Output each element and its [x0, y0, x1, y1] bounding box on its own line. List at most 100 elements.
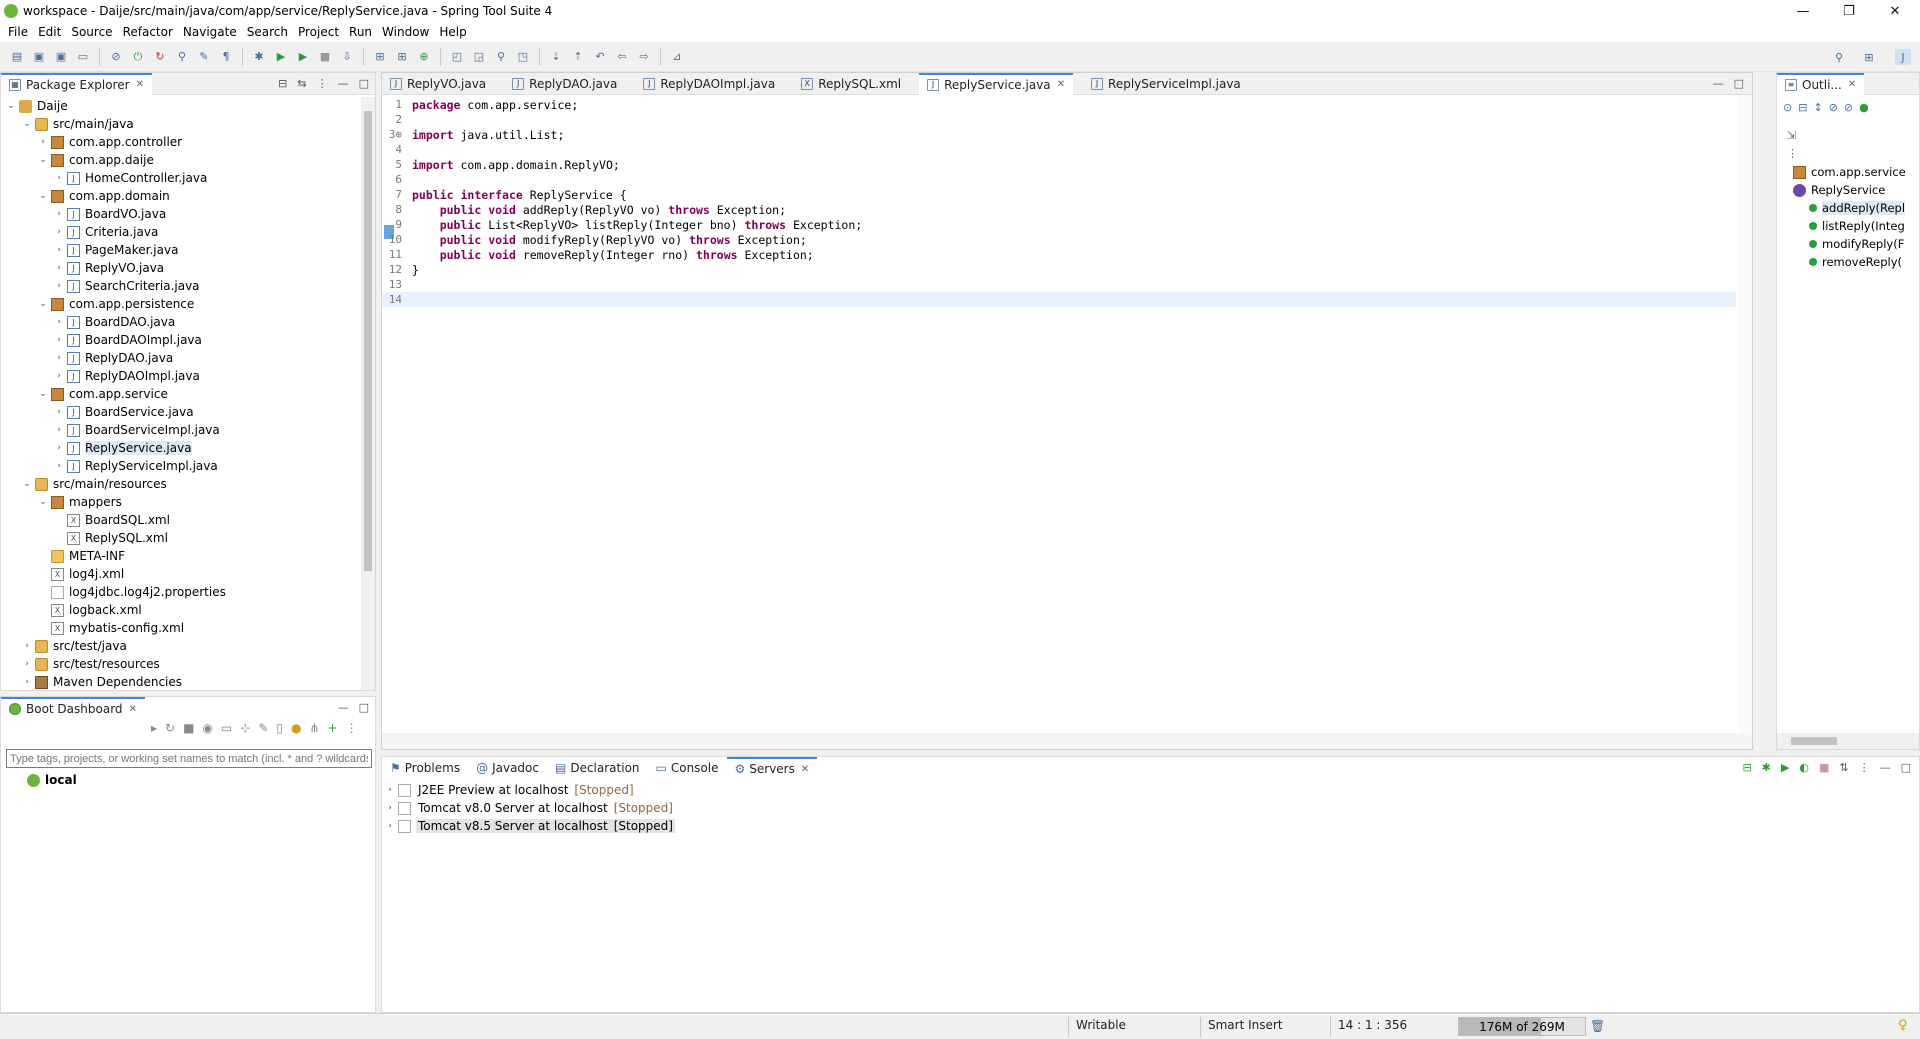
tree-item[interactable]: ⌄ com.app.persistence — [1, 295, 361, 313]
quick-access-search-icon[interactable]: ⚲ — [1831, 49, 1847, 65]
expanded-arrow-icon[interactable]: ⌄ — [37, 497, 49, 507]
maximize-button[interactable]: ❐ — [1826, 0, 1872, 22]
view-menu-icon[interactable]: ⋮ — [346, 721, 358, 735]
debug-icon[interactable]: ✱ — [251, 49, 267, 65]
open-task-icon[interactable]: ◲ — [471, 49, 487, 65]
collapsed-arrow-icon[interactable]: › — [53, 245, 65, 255]
tree-item[interactable]: › J ReplyService.java — [1, 439, 361, 457]
code-editor[interactable]: 1 package com.app.service; 2 3⊕ import java.… — [382, 95, 1752, 733]
code-line[interactable]: 12} — [382, 262, 1736, 277]
stop-server-icon[interactable]: ■ — [1819, 761, 1829, 774]
code-line[interactable]: 6 — [382, 172, 1736, 187]
tree-item[interactable]: › J ReplyDAOImpl.java — [1, 367, 361, 385]
collapsed-arrow-icon[interactable]: › — [53, 461, 65, 471]
bottom-tab[interactable]: ▭ Console — [647, 757, 727, 779]
tab-package-explorer[interactable]: ▦ Package Explorer ✕ — [1, 72, 152, 95]
add-icon[interactable]: + — [328, 721, 338, 735]
layout-icon[interactable]: ▯ — [276, 721, 283, 735]
view-menu-icon[interactable]: ⋮ — [317, 77, 328, 90]
menu-search[interactable]: Search — [247, 25, 288, 39]
stop-icon[interactable]: ■ — [317, 49, 333, 65]
code-line[interactable]: 9 public List<ReplyVO> listReply(Integer… — [382, 217, 1736, 232]
new-package-icon[interactable]: ⊞ — [394, 49, 410, 65]
forward-icon[interactable]: ⇨ — [636, 49, 652, 65]
debug-icon[interactable]: ◉ — [202, 721, 212, 735]
code-line[interactable]: 7 public interface ReplyService { — [382, 187, 1736, 202]
code-line[interactable]: 10 public void modifyReply(ReplyVO vo) t… — [382, 232, 1736, 247]
close-icon[interactable]: ✕ — [801, 764, 809, 775]
tree-item[interactable]: ⌄ com.app.domain — [1, 187, 361, 205]
tree-item[interactable]: X ReplySQL.xml — [1, 529, 361, 547]
tree-item[interactable]: Xlog4j.xml — [1, 565, 361, 583]
hide-fields-icon[interactable]: ⊙ — [1783, 101, 1792, 114]
tree-item[interactable]: › J BoardVO.java — [1, 205, 361, 223]
collapsed-arrow-icon[interactable]: › — [53, 335, 65, 345]
edit-icon[interactable]: ✎ — [258, 721, 268, 735]
collapsed-arrow-icon[interactable]: › — [53, 317, 65, 327]
toggle-mark-icon[interactable]: ✎ — [196, 49, 212, 65]
code-line[interactable]: 11 public void removeReply(Integer rno) … — [382, 247, 1736, 262]
collapsed-arrow-icon[interactable]: › — [384, 803, 396, 813]
local-target[interactable]: local — [25, 771, 77, 789]
tree-item[interactable]: › J PageMaker.java — [1, 241, 361, 259]
tree-item[interactable]: ⌄ com.app.daije — [1, 151, 361, 169]
filter-icon[interactable]: ⋔ — [309, 721, 319, 735]
tree-item[interactable]: › J ReplyServiceImpl.java — [1, 457, 361, 475]
minimize-icon[interactable]: — — [338, 701, 349, 714]
open-type-hierarchy-icon[interactable]: ◰ — [449, 49, 465, 65]
link-editor-icon[interactable]: ⇆ — [297, 77, 306, 90]
tree-item[interactable]: ⌄ com.app.service — [1, 385, 361, 403]
tree-item[interactable]: › J BoardDAOImpl.java — [1, 331, 361, 349]
tree-item[interactable]: Xlogback.xml — [1, 601, 361, 619]
expanded-arrow-icon[interactable]: ⌄ — [5, 101, 17, 111]
collapsed-arrow-icon[interactable]: › — [53, 371, 65, 381]
publish-icon[interactable]: ⇅ — [1839, 761, 1848, 774]
relaunch-icon[interactable]: ↻ — [152, 49, 168, 65]
tree-item[interactable]: › com.app.controller — [1, 133, 361, 151]
close-button[interactable]: ✕ — [1872, 0, 1918, 22]
bottom-tab[interactable]: @ Javadoc — [468, 757, 547, 779]
menu-help[interactable]: Help — [439, 25, 466, 39]
collapsed-arrow-icon[interactable]: › — [384, 821, 396, 831]
collapsed-arrow-icon[interactable]: › — [53, 425, 65, 435]
expanded-arrow-icon[interactable]: ⌄ — [21, 479, 33, 489]
open-type-icon[interactable]: ⚲ — [174, 49, 190, 65]
outline-item[interactable]: modifyReply(F — [1777, 235, 1919, 253]
code-line[interactable]: 8 public void addReply(ReplyVO vo) throw… — [382, 202, 1736, 217]
bottom-tab[interactable]: ⚑ Problems — [382, 757, 469, 779]
maximize-icon[interactable]: □ — [1901, 761, 1911, 774]
collapsed-arrow-icon[interactable]: › — [53, 407, 65, 417]
tree-item[interactable]: › J HomeController.java — [1, 169, 361, 187]
close-icon[interactable]: ✕ — [129, 704, 137, 715]
collapse-icon[interactable]: ⊟ — [1742, 761, 1751, 774]
new-java-project-icon[interactable]: ⊞ — [372, 49, 388, 65]
collapsed-arrow-icon[interactable]: › — [21, 641, 33, 651]
tree-item[interactable]: › J BoardService.java — [1, 403, 361, 421]
view-menu-icon[interactable]: ⋮ — [1787, 147, 1798, 160]
editor-tab[interactable]: J ReplyVO.java — [382, 73, 494, 95]
collapse-all-icon[interactable]: ⊟ — [278, 77, 287, 90]
code-line[interactable]: 13 — [382, 277, 1736, 292]
code-line[interactable]: 1 package com.app.service; — [382, 97, 1736, 112]
maximize-icon[interactable]: □ — [359, 77, 369, 90]
horizontal-scrollbar[interactable] — [382, 733, 1752, 749]
hide-static-icon[interactable]: ⊘ — [1829, 101, 1838, 114]
save-all-icon[interactable]: ▣ — [53, 49, 69, 65]
expanded-arrow-icon[interactable]: ⌄ — [37, 389, 49, 399]
tree-item[interactable]: › src/test/resources — [1, 655, 361, 673]
collapsed-arrow-icon[interactable]: › — [21, 659, 33, 669]
minimize-icon[interactable]: — — [338, 77, 349, 90]
maximize-icon[interactable]: □ — [1734, 77, 1744, 90]
tree-item[interactable]: › J Criteria.java — [1, 223, 361, 241]
tree-item[interactable]: ⌄ mappers — [1, 493, 361, 511]
tab-outline[interactable]: ≡ Outli... ✕ — [1777, 72, 1865, 95]
collapsed-arrow-icon[interactable]: › — [53, 281, 65, 291]
bottom-tab[interactable]: ⚙ Servers ✕ — [726, 757, 818, 779]
run-icon[interactable]: ▶ — [273, 49, 289, 65]
heap-status[interactable]: 176M of 269M — [1458, 1017, 1586, 1036]
editor-tab[interactable]: X ReplySQL.xml — [793, 73, 909, 95]
debug-server-icon[interactable]: ✱ — [1762, 761, 1771, 774]
new-class-icon[interactable]: ⊕ — [416, 49, 432, 65]
editor-tab[interactable]: J ReplyDAOImpl.java — [635, 73, 783, 95]
menu-project[interactable]: Project — [298, 25, 339, 39]
